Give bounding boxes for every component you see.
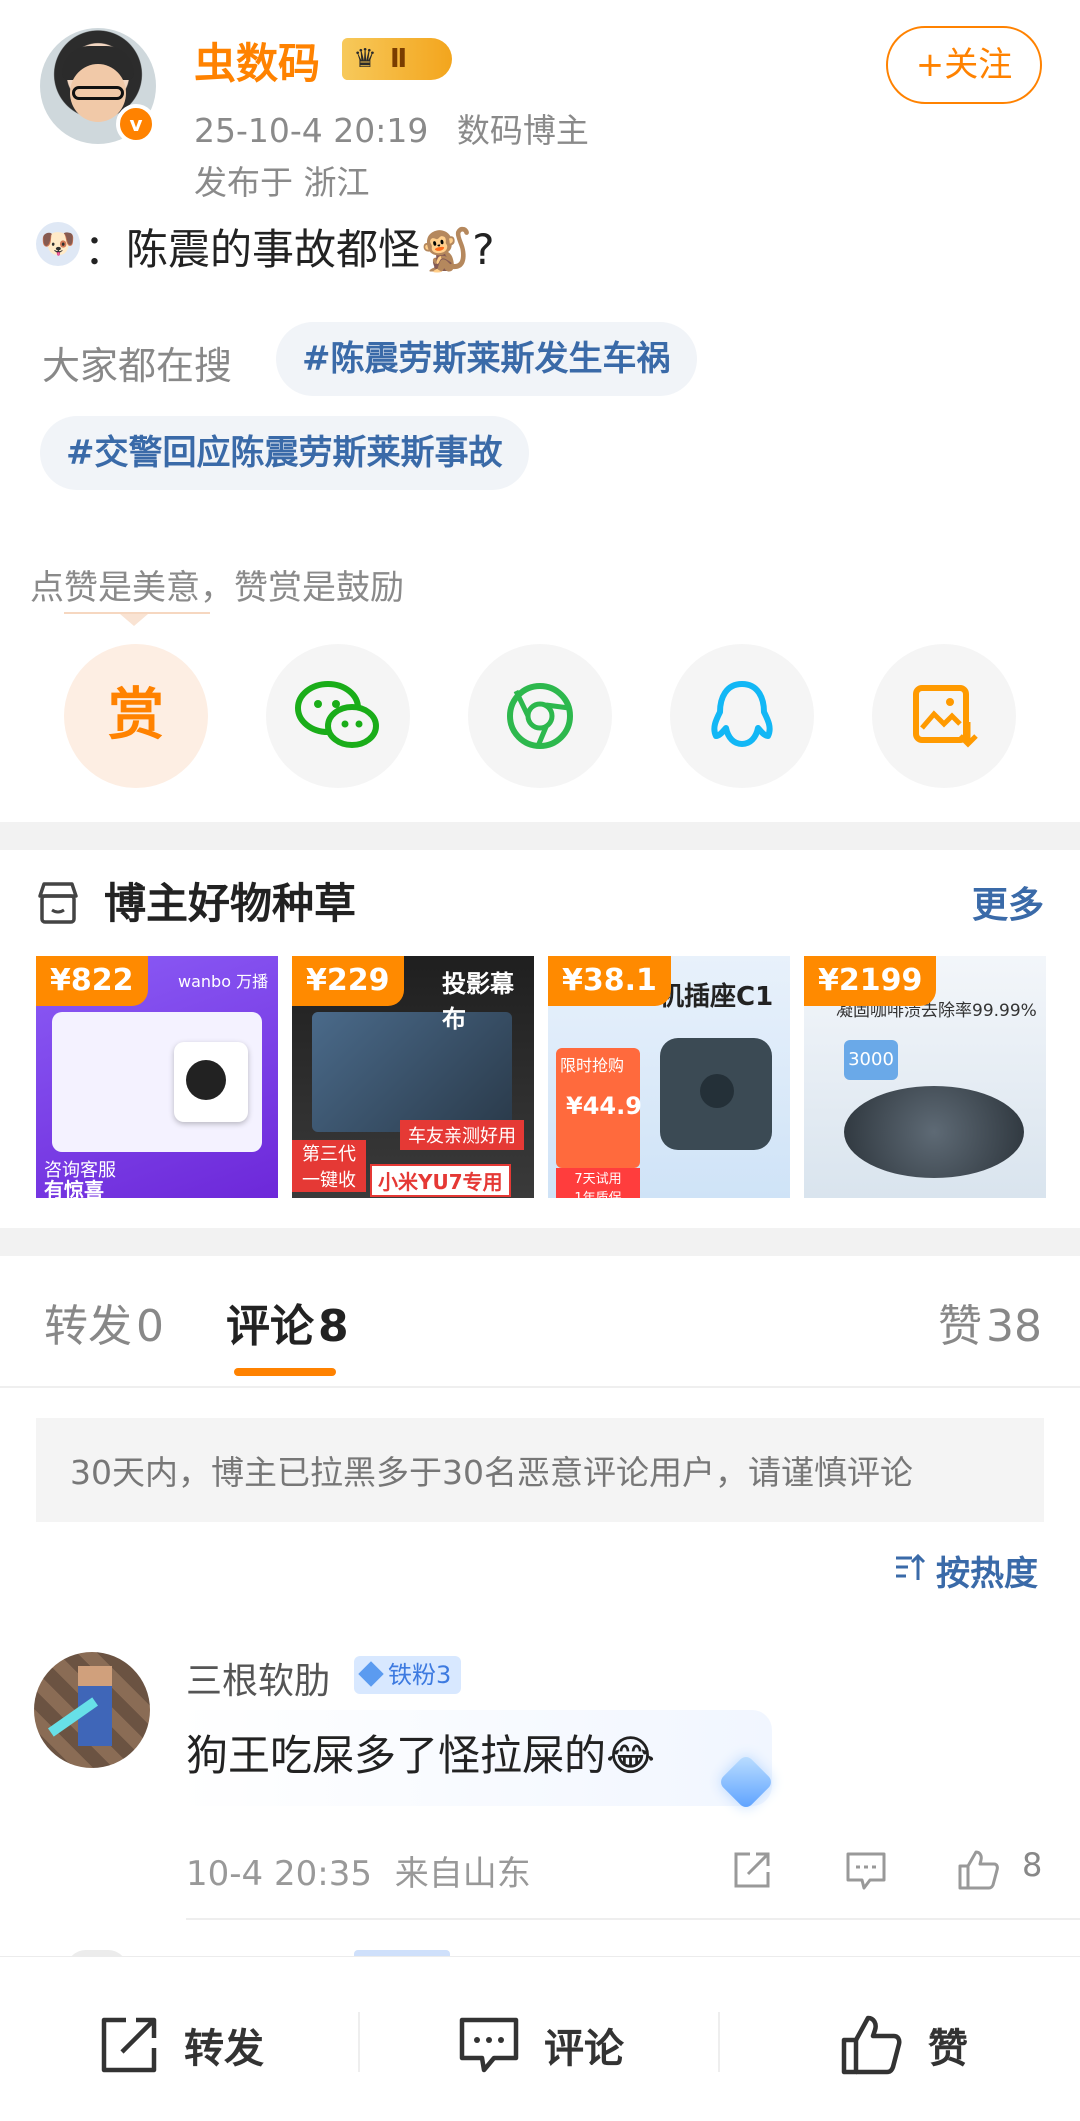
product-card[interactable]: 投影幕布 车友亲测好用 第三代 一键收 小米YU7专用 ¥229 — [292, 956, 534, 1198]
vip-level-badge[interactable]: ♛ Ⅱ — [342, 38, 452, 80]
reward-slogan: 点赞是美意，赞赏是鼓励 — [30, 568, 404, 608]
comment-button[interactable]: 评论 — [544, 2016, 624, 2074]
commenter-name[interactable]: 三根软肋 — [186, 1652, 330, 1704]
product-caption-line: 7天试用 — [574, 1172, 622, 1187]
tab-active-indicator — [234, 1368, 336, 1376]
post-location: 发布于 浙江 — [194, 163, 370, 202]
comment-separator — [186, 1918, 1080, 1920]
share-qq-button[interactable] — [670, 644, 814, 788]
comment-icon[interactable] — [456, 2014, 522, 2076]
tab-like[interactable]: 赞38 — [938, 1290, 1042, 1354]
save-image-button[interactable] — [872, 644, 1016, 788]
comment-location: 来自山东 — [394, 1854, 531, 1894]
product-caption: 小米YU7专用 — [370, 1164, 511, 1197]
commenter-avatar[interactable] — [34, 1652, 150, 1768]
trending-search-label: 大家都在搜 — [42, 344, 233, 388]
product-caption: 有惊喜 — [44, 1178, 104, 1198]
comment-notice-text: 30天内，博主已拉黑多于30名恶意评论用户，请谨慎评论 — [70, 1453, 913, 1492]
comment-like-count: 8 — [1022, 1846, 1043, 1884]
section-divider — [0, 822, 1080, 850]
qq-icon — [711, 681, 773, 747]
tab-comment-count: 8 — [318, 1301, 349, 1352]
product-price: ¥229 — [292, 956, 404, 1006]
post-meta-line: 25-10-4 20:19 数码博主 — [194, 104, 589, 152]
product-caption-line: 第三代 — [302, 1144, 356, 1165]
sort-icon[interactable] — [894, 1552, 926, 1582]
product-price: ¥2199 — [804, 956, 937, 1006]
product-caption: 机插座C1 — [658, 982, 774, 1012]
save-image-icon — [913, 685, 978, 748]
shop-icon — [38, 882, 78, 924]
moments-icon — [507, 683, 573, 749]
author-name[interactable]: 虫数码 — [194, 30, 320, 91]
product-caption: 3000 — [844, 1040, 898, 1080]
comment-share-icon[interactable] — [730, 1848, 774, 1892]
product-caption: 车友亲测好用 — [400, 1120, 524, 1150]
comment-meta: 10-4 20:35 来自山东 — [186, 1846, 531, 1895]
verified-badge-icon: v — [116, 104, 156, 144]
reward-icon: 赏 — [108, 683, 164, 748]
follow-button[interactable]: +关注 — [886, 26, 1042, 104]
product-caption-line: 1年质保 — [556, 1187, 640, 1198]
wechat-icon — [295, 681, 379, 748]
fan-level-text: 铁粉3 — [388, 1661, 452, 1689]
repost-icon[interactable] — [96, 2014, 162, 2076]
tab-repost-count: 0 — [136, 1301, 164, 1352]
tab-like-label: 赞 — [938, 1301, 982, 1352]
shop-section-title: 博主好物种草 — [104, 879, 357, 928]
product-caption: 第三代 一键收 — [292, 1140, 366, 1192]
reward-button[interactable]: 赏 — [64, 644, 208, 788]
section-divider — [0, 1228, 1080, 1256]
crown-icon: ♛ — [353, 44, 377, 74]
diamond-icon — [358, 1661, 384, 1687]
tab-repost-label: 转发 — [44, 1301, 132, 1352]
product-caption: 7天试用 1年质保 — [556, 1168, 640, 1198]
comment-time: 10-4 20:35 — [186, 1854, 372, 1894]
reward-pointer — [120, 614, 148, 626]
product-card[interactable]: 机插座C1 限时抢购 ¥44.9 7天试用 1年质保 ¥38.1 — [548, 956, 790, 1198]
repost-button[interactable]: 转发 — [184, 2016, 264, 2074]
author-tag: 数码博主 — [456, 111, 589, 150]
tab-comment[interactable]: 评论8 — [226, 1290, 349, 1354]
share-wechat-button[interactable] — [266, 644, 410, 788]
bottom-bar-separator — [718, 2012, 720, 2072]
bottom-bar-separator — [358, 2012, 360, 2072]
comment-text: 狗王吃屎多了怪拉屎的😂 — [186, 1731, 656, 1780]
comment-like-icon[interactable] — [956, 1848, 1000, 1892]
product-caption: ¥44.9 — [566, 1092, 642, 1120]
tab-like-count: 38 — [986, 1301, 1042, 1352]
product-caption: 限时抢购 — [560, 1056, 625, 1075]
like-button[interactable]: 赞 — [928, 2016, 968, 2074]
like-icon[interactable] — [838, 2014, 904, 2076]
share-moments-button[interactable] — [468, 644, 612, 788]
sort-by-hot-button[interactable]: 按热度 — [936, 1546, 1038, 1595]
post-timestamp: 25-10-4 20:19 — [194, 111, 429, 150]
product-caption-line: 一键收 — [302, 1170, 356, 1191]
product-price: ¥38.1 — [548, 956, 671, 1006]
tab-divider — [0, 1386, 1080, 1388]
topic-pill[interactable]: #陈震劳斯莱斯发生车祸 — [276, 322, 697, 396]
shop-more-link[interactable]: 更多 — [972, 876, 1044, 928]
bottom-action-bar — [0, 1956, 1080, 2121]
dog-emoji-icon: 🐶 — [36, 222, 80, 266]
tab-repost[interactable]: 转发0 — [44, 1290, 164, 1354]
fan-level-badge[interactable]: 铁粉3 — [354, 1656, 462, 1694]
product-caption: 投影幕布 — [442, 970, 514, 1033]
product-card[interactable]: wanbo 万播 咨询客服 有惊喜 ¥822 — [36, 956, 278, 1198]
product-price: ¥822 — [36, 956, 148, 1006]
comment-reply-icon[interactable] — [844, 1848, 888, 1892]
topic-pill[interactable]: #交警回应陈震劳斯莱斯事故 — [40, 416, 529, 490]
tab-comment-label: 评论 — [226, 1301, 314, 1352]
post-text: ：陈震的事故都怪🐒? — [84, 225, 495, 274]
product-brand: wanbo 万播 — [178, 972, 269, 991]
vip-level-text: Ⅱ — [390, 44, 408, 74]
product-card[interactable]: 凝固咖啡渍去除率99.99% 3000 ¥2199 — [804, 956, 1046, 1198]
